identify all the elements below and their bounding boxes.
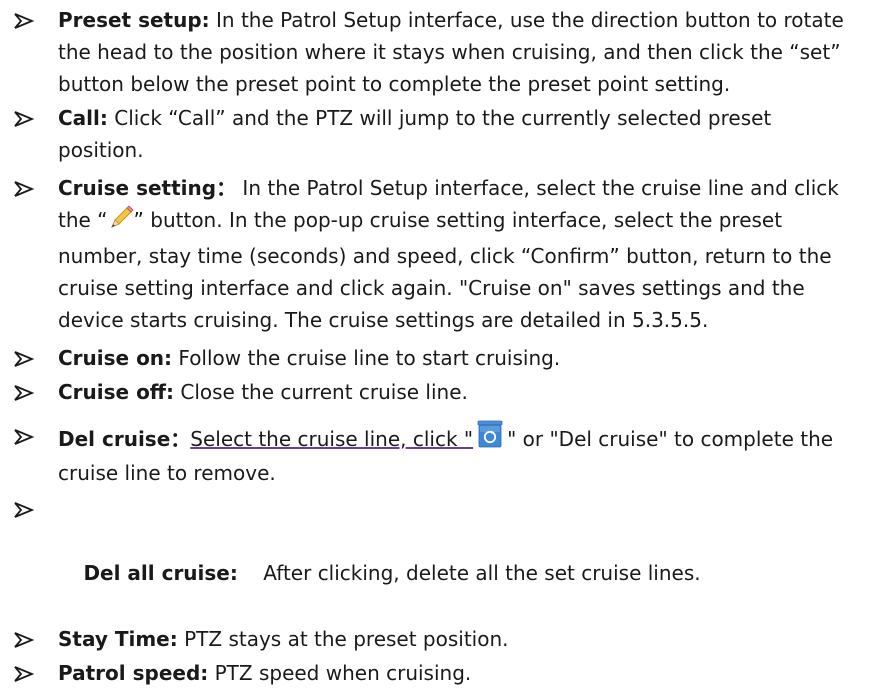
item-term: Call:: [58, 106, 108, 130]
list-item: Patrol speed: PTZ speed when cruising.: [0, 657, 890, 689]
list-item: Del all cruise: After clicking, delete a…: [0, 493, 890, 621]
recycle-bin-icon: [477, 420, 503, 457]
arrow-bullet-icon: [14, 493, 36, 525]
item-term: Cruise setting：: [58, 176, 237, 200]
pencil-icon: [108, 205, 134, 240]
document-body: Preset setup: In the Patrol Setup interf…: [0, 0, 890, 689]
list-item: Call: Click “Call” and the PTZ will jump…: [0, 102, 890, 166]
arrow-bullet-icon: [14, 623, 36, 655]
list-item: Cruise on: Follow the cruise line to sta…: [0, 342, 890, 374]
item-text: Follow the cruise line to start cruising…: [172, 346, 561, 370]
item-term: Patrol speed:: [58, 661, 209, 685]
item-term: Stay Time:: [58, 627, 178, 651]
item-text: Click “Call” and the PTZ will jump to th…: [58, 106, 772, 162]
list-item: Preset setup: In the Patrol Setup interf…: [0, 4, 890, 100]
item-term: Del all cruise:: [83, 561, 238, 585]
arrow-bullet-icon: [14, 420, 36, 452]
item-text: Close the current cruise line.: [174, 380, 468, 404]
list-item: Stay Time: PTZ stays at the preset posit…: [0, 623, 890, 655]
arrow-bullet-icon: [14, 102, 36, 134]
list-item: Del cruise：Select the cruise line, click…: [0, 420, 890, 489]
item-text-after-icon: ” button. In the pop-up cruise setting i…: [58, 208, 832, 332]
list-item: Cruise setting： In the Patrol Setup inte…: [0, 172, 890, 336]
arrow-bullet-icon: [14, 342, 36, 374]
item-text: PTZ stays at the preset position.: [177, 627, 509, 651]
item-text: After clicking, delete all the set cruis…: [237, 561, 701, 585]
item-term: Cruise on:: [58, 346, 173, 370]
item-text-before-icon: Select the cruise line, click ": [190, 427, 474, 451]
arrow-bullet-icon: [14, 657, 36, 689]
arrow-bullet-icon: [14, 376, 36, 408]
list-item: Cruise off: Close the current cruise lin…: [0, 376, 890, 408]
arrow-bullet-icon: [14, 4, 36, 36]
item-term: Preset setup:: [58, 8, 210, 32]
item-term: Cruise off:: [58, 380, 175, 404]
arrow-bullet-icon: [14, 172, 36, 204]
item-term: Del cruise：: [58, 427, 191, 451]
item-text: PTZ speed when cruising.: [208, 661, 472, 685]
